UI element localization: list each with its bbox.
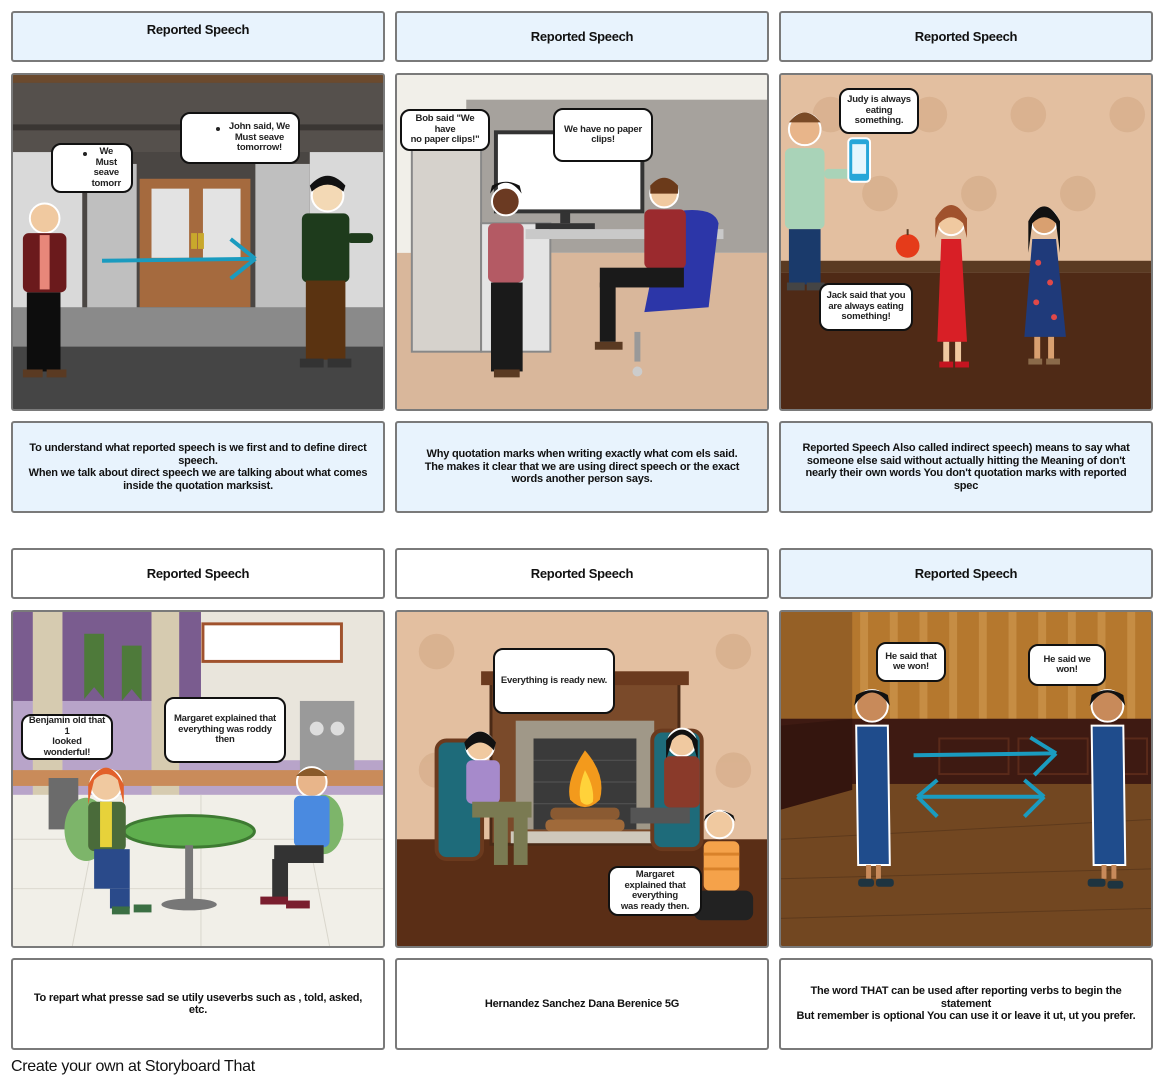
panel-4-title: Reported Speech: [11, 548, 385, 599]
speech-bubble-3a: Judy is always eating something.: [839, 88, 919, 134]
panel-4-description: To repart what presse sad se utily useve…: [11, 958, 385, 1050]
speech-bubble-5a: Everything is ready new.: [493, 648, 615, 714]
panel-6-scene: He said that we won! He said we won!: [779, 610, 1153, 948]
cafeteria-scene: [13, 612, 383, 946]
panel-5-title: Reported Speech: [395, 548, 769, 599]
panel-1-title-text: Reported Speech: [146, 22, 250, 37]
speech-bubble-6a: He said that we won!: [876, 642, 946, 682]
speech-bubble-2a: Bob said "We have no paper clips!": [400, 109, 490, 151]
bullet-icon: [83, 152, 87, 156]
speech-bubble-4b: Margaret explained that everything was r…: [164, 697, 286, 763]
panel-3-scene: Judy is always eating something. Jack sa…: [779, 73, 1153, 411]
speech-bubble-4a: Benjamin old that 1 looked wonderful!: [21, 714, 113, 760]
panel-5-scene: Everything is ready new. Margaret explai…: [395, 610, 769, 948]
storyboard-that-footer-link[interactable]: Create your own at Storyboard That: [11, 1058, 255, 1076]
panel-2-title-text: Reported Speech: [530, 29, 634, 44]
room-scene: [781, 75, 1151, 409]
speech-bubble-6b: He said we won!: [1028, 644, 1106, 686]
panel-1-title: Reported Speech: [11, 11, 385, 62]
panel-3-title-text: Reported Speech: [914, 29, 1018, 44]
speech-bubble-3b: Jack said that you are always eating som…: [819, 283, 913, 331]
panel-2-description: Why quotation marks when writing exactly…: [395, 421, 769, 513]
panel-2-scene: Bob said "We have no paper clips!" We ha…: [395, 73, 769, 411]
panel-3-description: Reported Speech Also called indirect spe…: [779, 421, 1153, 513]
panel-5-description: Hernandez Sanchez Dana Berenice 5G: [395, 958, 769, 1050]
speech-bubble-1a: We Must seave tomorr: [51, 143, 133, 193]
speech-bubble-2b: We have no paper clips!: [553, 108, 653, 162]
panel-3-title: Reported Speech: [779, 11, 1153, 62]
panel-6-title-text: Reported Speech: [914, 566, 1018, 581]
panel-6-description: The word THAT can be used after reportin…: [779, 958, 1153, 1050]
panel-4-title-text: Reported Speech: [146, 566, 250, 581]
panel-1-scene: We Must seave tomorr John said, We Must …: [11, 73, 385, 411]
speech-bubble-5b: Margaret explained that everything was r…: [608, 866, 702, 916]
panel-6-title: Reported Speech: [779, 548, 1153, 599]
phone-icon: [847, 137, 872, 183]
bullet-icon: [216, 127, 220, 131]
panel-1-description: To understand what reported speech is we…: [11, 421, 385, 513]
speech-bubble-1b: John said, We Must seave tomorrow!: [180, 112, 300, 164]
panel-2-title: Reported Speech: [395, 11, 769, 62]
panel-4-scene: Benjamin old that 1 looked wonderful! Ma…: [11, 610, 385, 948]
panel-5-title-text: Reported Speech: [530, 566, 634, 581]
